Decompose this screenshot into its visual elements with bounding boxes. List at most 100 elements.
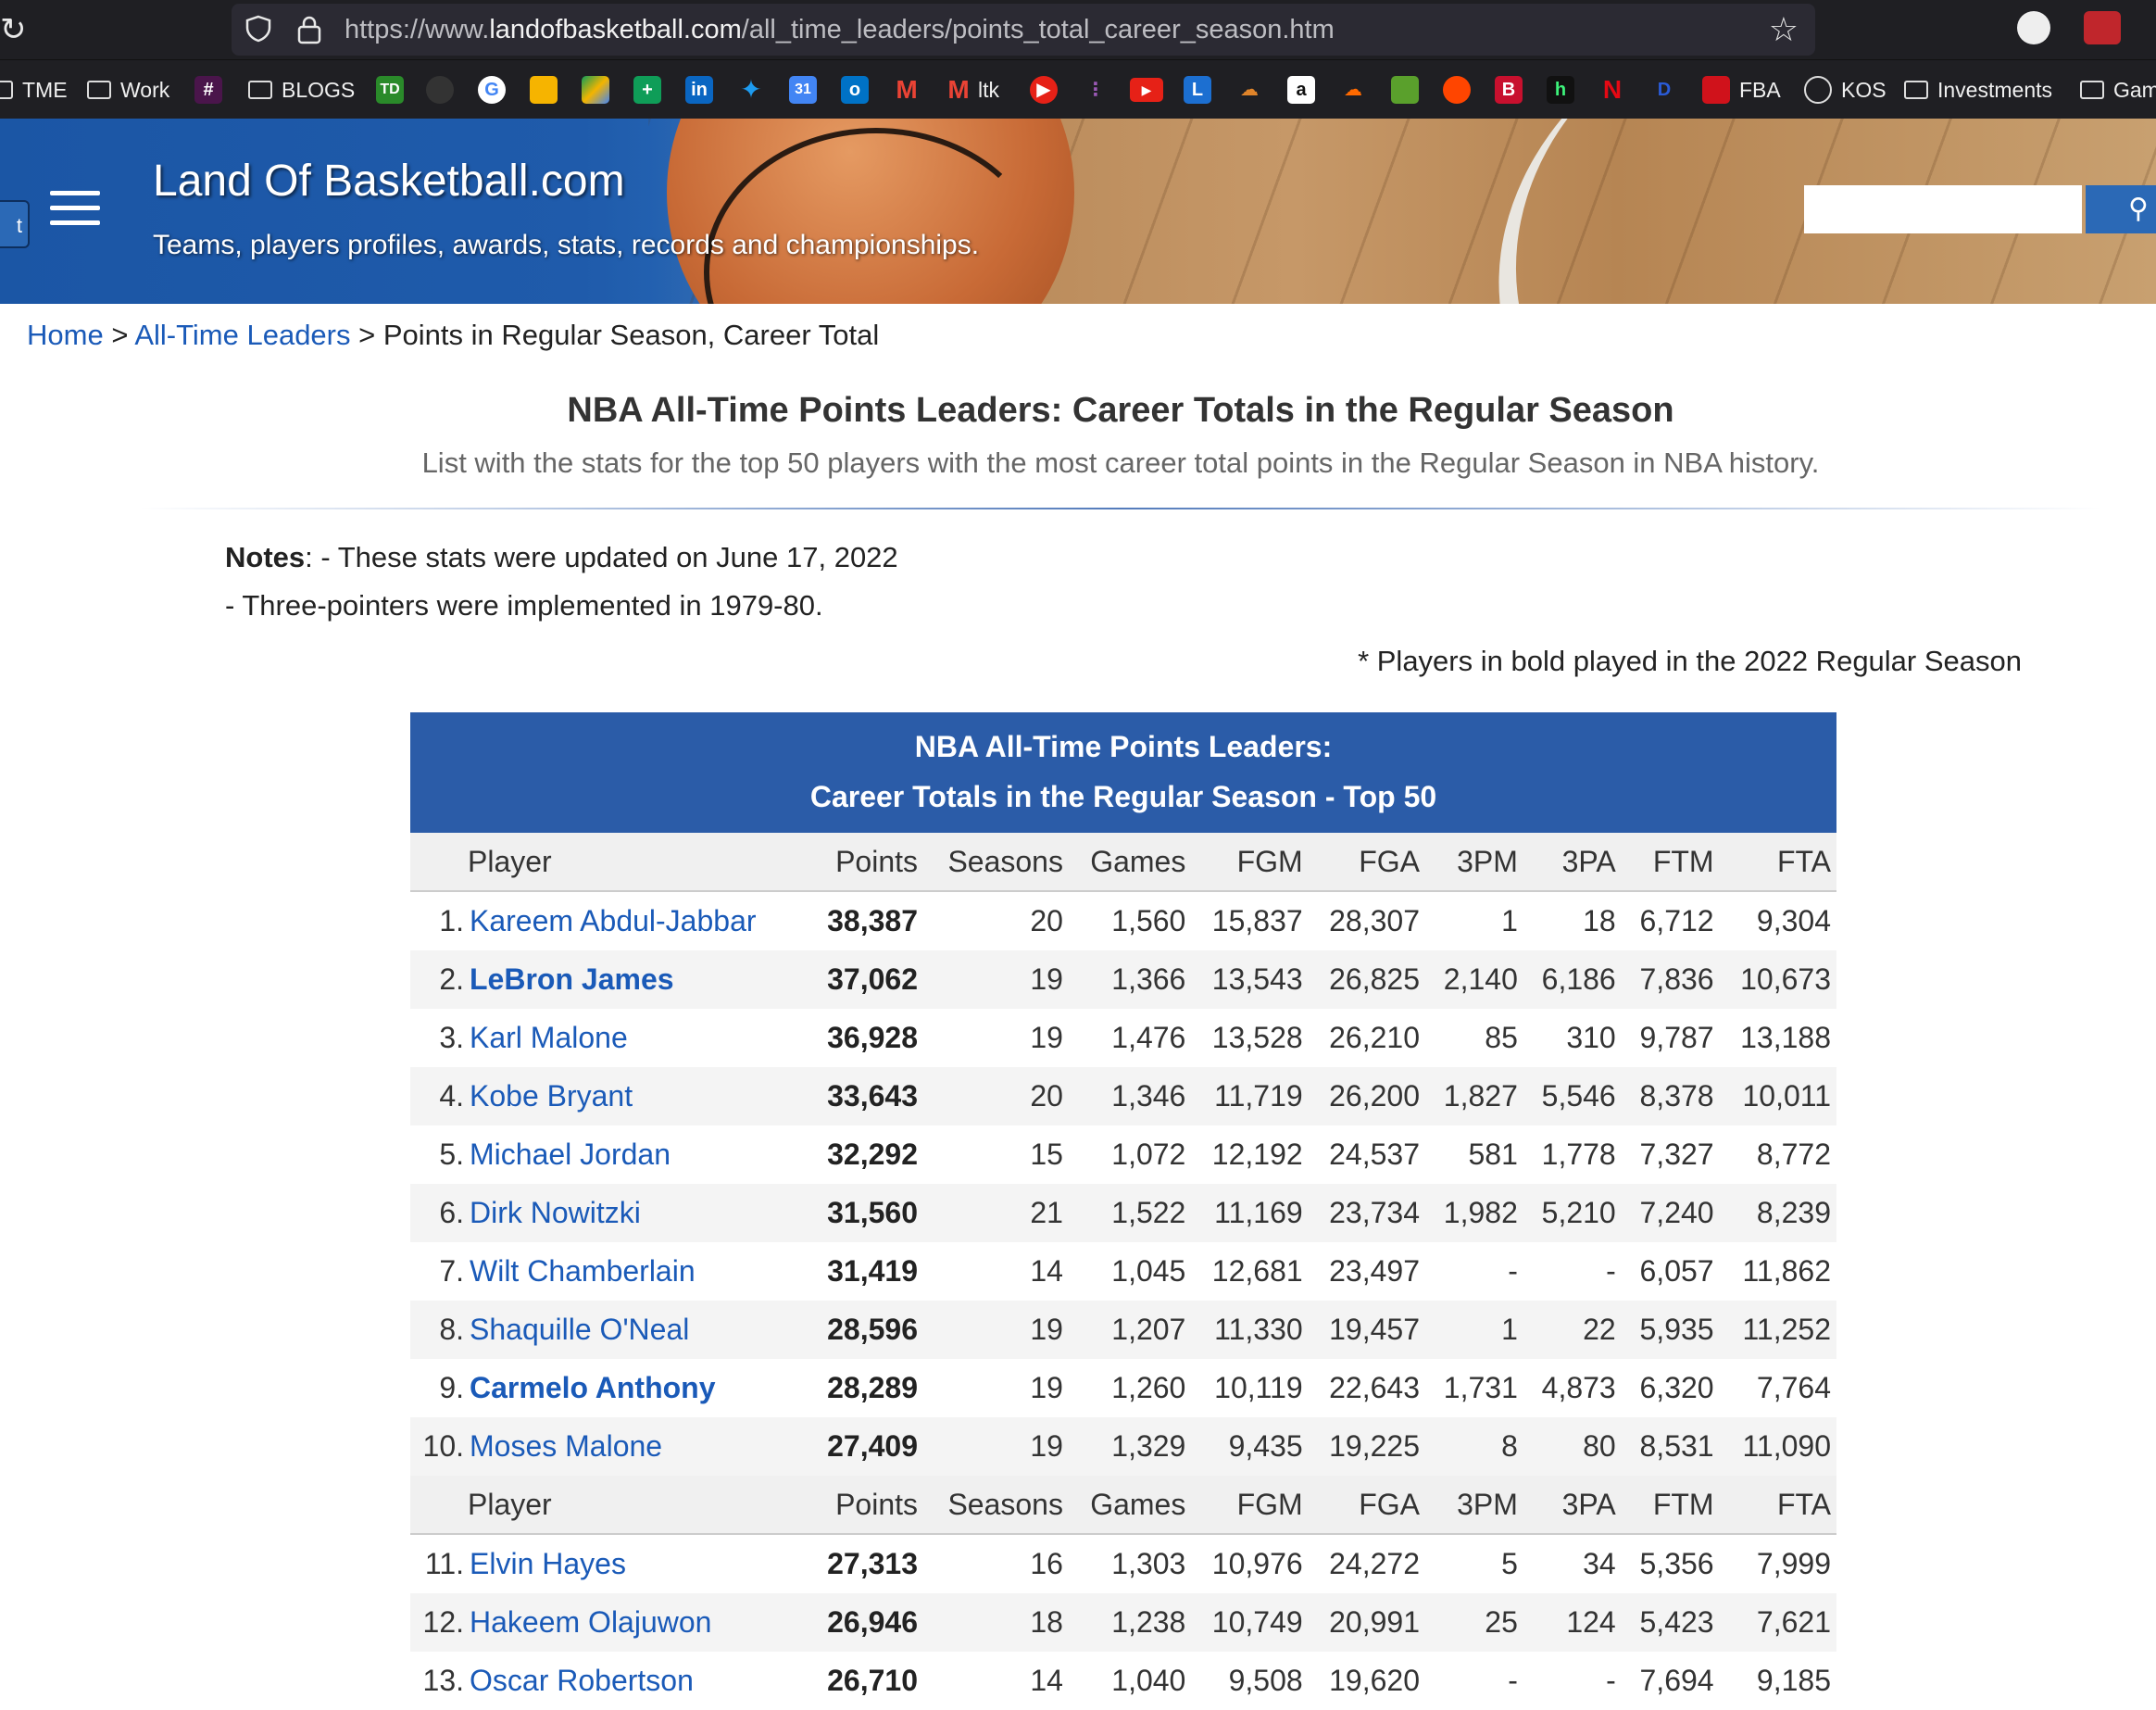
table-row: 5. Michael Jordan 32,292 15 1,072 12,192 24,53…: [410, 1125, 1836, 1184]
breadcrumb-leaders-link[interactable]: All-Time Leaders: [134, 319, 350, 351]
player-link[interactable]: Hakeem Olajuwon: [470, 1605, 711, 1639]
bookmark-music[interactable]: ▶: [1030, 60, 1058, 119]
player-link[interactable]: Kareem Abdul-Jabbar: [470, 904, 757, 937]
column-header-ftm: FTM: [1621, 1476, 1720, 1535]
side-tab[interactable]: t: [0, 200, 30, 248]
fga-cell: 26,210: [1329, 1021, 1420, 1054]
bookmark-podcasts[interactable]: ⋮: [1082, 60, 1109, 119]
breadcrumb-home-link[interactable]: Home: [27, 319, 104, 351]
rank-cell: 4.: [410, 1067, 464, 1125]
folder-icon: [248, 81, 272, 99]
player-link[interactable]: Wilt Chamberlain: [470, 1254, 696, 1288]
ftm-cell: 7,694: [1639, 1664, 1714, 1697]
player-link[interactable]: LeBron James: [470, 962, 674, 996]
bookmark-h[interactable]: h: [1547, 60, 1574, 119]
points-cell: 27,409: [806, 1417, 923, 1476]
tpm-cell: 2,140: [1425, 950, 1523, 1009]
table-header-row: Player Points Seasons Games FGM FGA 3PM 3PA FTM F…: [410, 833, 1836, 892]
search-icon: ⚲: [2128, 194, 2149, 224]
seasons-cell: 14: [1030, 1254, 1063, 1288]
google-drive-icon: [582, 76, 609, 104]
amazon-icon: a: [1287, 76, 1315, 104]
bookmark-sheets[interactable]: +: [633, 60, 661, 119]
bookmark-netflix[interactable]: N: [1598, 60, 1626, 119]
extension-avatar-icon[interactable]: [2017, 11, 2050, 44]
bookmark-linkedin[interactable]: in: [685, 60, 713, 119]
table-row: 3. Karl Malone 36,928 19 1,476 13,528 26,210 85…: [410, 1009, 1836, 1067]
player-link[interactable]: Dirk Nowitzki: [470, 1196, 641, 1229]
player-link[interactable]: Carmelo Anthony: [470, 1371, 716, 1404]
bookmark-gmail[interactable]: M: [893, 60, 921, 119]
bookmark-star-icon[interactable]: ☆: [1769, 11, 1799, 48]
bookmark-github[interactable]: [426, 60, 454, 119]
podcasts-icon: ⋮: [1086, 80, 1105, 100]
folder-icon: [2080, 81, 2104, 99]
bookmark-ltk[interactable]: Mltk: [945, 60, 999, 119]
fta-cell: 11,252: [1719, 1301, 1836, 1359]
site-title[interactable]: Land Of Basketball.com: [153, 156, 625, 207]
bookmark-folder-investments[interactable]: Investments: [1904, 60, 2052, 119]
bookmark-fba[interactable]: FBA: [1702, 60, 1781, 119]
bookmark-disney[interactable]: D: [1650, 60, 1678, 119]
bookmark-frog[interactable]: [1391, 60, 1419, 119]
bookmark-keep[interactable]: [530, 60, 558, 119]
seasons-cell: 20: [923, 1067, 1069, 1125]
fgm-cell: 13,543: [1191, 950, 1309, 1009]
bookmark-soundcloud[interactable]: ☁: [1339, 60, 1367, 119]
bookmark-reddit[interactable]: [1443, 60, 1471, 119]
table-row: 2. LeBron James 37,062 19 1,366 13,543 26,825 2…: [410, 950, 1836, 1009]
hamburger-menu-icon[interactable]: [50, 191, 100, 228]
breadcrumb-separator: >: [111, 319, 129, 351]
breadcrumb-current: Points in Regular Season, Career Total: [382, 319, 880, 351]
search-input[interactable]: [1804, 185, 2082, 233]
bookmark-folder-tme[interactable]: TME: [0, 60, 68, 119]
player-link[interactable]: Oscar Robertson: [470, 1664, 694, 1697]
bookmark-drive[interactable]: [582, 60, 609, 119]
fta-cell: 11,862: [1742, 1254, 1832, 1288]
seasons-cell: 18: [923, 1593, 1069, 1652]
column-header-fga: FGA: [1308, 833, 1425, 892]
fgm-cell: 9,508: [1228, 1664, 1303, 1697]
player-link[interactable]: Karl Malone: [470, 1021, 628, 1054]
lock-icon[interactable]: [296, 15, 322, 44]
points-cell: 36,928: [827, 1021, 918, 1054]
games-cell: 1,329: [1068, 1417, 1192, 1476]
bookmark-kos[interactable]: KOS: [1804, 60, 1886, 119]
shield-icon[interactable]: [244, 15, 272, 43]
fgm-cell: 10,119: [1214, 1371, 1303, 1404]
address-bar[interactable]: https://www.landofbasketball.com/all_tim…: [232, 4, 1815, 56]
fga-cell: 19,225: [1308, 1417, 1425, 1476]
bookmark-l[interactable]: L: [1184, 60, 1211, 119]
player-link[interactable]: Moses Malone: [470, 1429, 662, 1463]
player-link[interactable]: Kobe Bryant: [470, 1079, 633, 1113]
player-cell: Wilt Chamberlain: [464, 1242, 807, 1301]
bookmark-td[interactable]: TD: [376, 60, 404, 119]
h-site-icon: h: [1547, 76, 1574, 104]
url-text[interactable]: https://www.landofbasketball.com/all_tim…: [345, 4, 1335, 56]
bookmark-twitter[interactable]: ✦: [737, 60, 765, 119]
player-link[interactable]: Michael Jordan: [470, 1138, 671, 1171]
column-header-seasons: Seasons: [923, 833, 1069, 892]
youtube-extension-icon[interactable]: [2084, 11, 2121, 44]
player-link[interactable]: Elvin Hayes: [470, 1547, 626, 1580]
player-link[interactable]: Shaquille O'Neal: [470, 1313, 689, 1346]
bookmark-google[interactable]: G: [478, 60, 506, 119]
tpa-cell: -: [1606, 1664, 1616, 1697]
bookmark-amazon[interactable]: a: [1287, 60, 1315, 119]
bookmark-cloud[interactable]: ☁: [1235, 60, 1263, 119]
globe-icon: [1804, 76, 1832, 104]
search-button[interactable]: ⚲: [2086, 185, 2156, 233]
bookmark-youtube[interactable]: ▶: [1130, 60, 1163, 119]
seasons-cell: 19: [1030, 1021, 1063, 1054]
fga-cell: 23,497: [1329, 1254, 1420, 1288]
bookmark-folder-blogs[interactable]: BLOGS: [248, 60, 355, 119]
reload-icon[interactable]: ↻: [0, 9, 28, 50]
bookmark-slack[interactable]: #: [194, 60, 222, 119]
bookmark-folder-games[interactable]: Gam: [2080, 60, 2156, 119]
tpm-cell: 581: [1468, 1138, 1518, 1171]
bookmark-b[interactable]: B: [1495, 60, 1523, 119]
rank-cell: 12.: [410, 1593, 464, 1652]
bookmark-outlook[interactable]: o: [841, 60, 869, 119]
bookmark-calendar[interactable]: 31: [789, 60, 817, 119]
bookmark-folder-work[interactable]: Work: [87, 60, 169, 119]
